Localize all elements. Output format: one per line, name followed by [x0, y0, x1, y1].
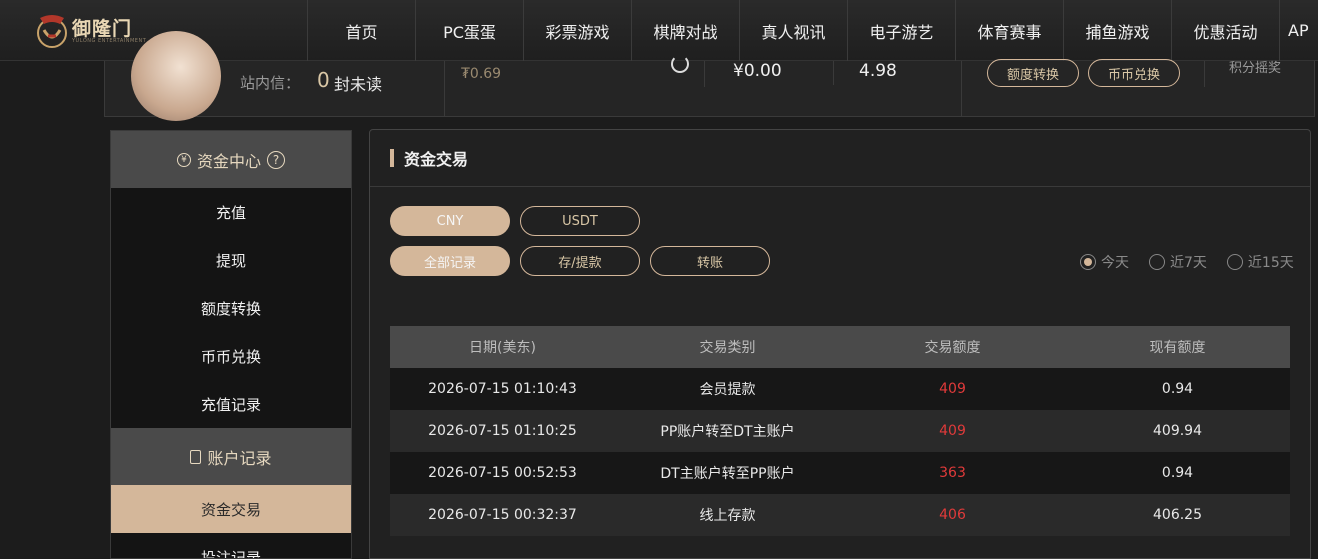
radio-icon[interactable] [1226, 254, 1243, 270]
column-header-type: 交易类别 [699, 340, 756, 356]
nav-pcdd[interactable]: PC蛋蛋 [415, 0, 523, 61]
nav-lottery[interactable]: 彩票游戏 [523, 0, 631, 61]
nav-promotions[interactable]: 优惠活动 [1171, 0, 1279, 61]
transactions-table: 日期(美东) 交易类别 交易额度 现有额度 2026-07-15 01:10:4… [390, 326, 1290, 536]
range-label: 近7天 [1170, 255, 1207, 271]
column-header-amount: 交易额度 [924, 340, 981, 356]
sidebar-group-records: 账户记录 [111, 428, 351, 485]
cell-type: PP账户转至DT主账户 [660, 424, 795, 440]
range-today[interactable]: 今天 [1080, 252, 1129, 272]
avatar[interactable] [131, 31, 221, 121]
range-label: 今天 [1101, 255, 1129, 271]
cell-date: 2026-07-15 00:32:37 [428, 507, 577, 523]
nav-chess[interactable]: 棋牌对战 [631, 0, 739, 61]
panel-header: 资金交易 [370, 130, 1310, 187]
user-info-bar: 站内信： 0 封未读 ₮0.69 ¥0.00 4.98 额度转换 币币兑换 积分… [104, 31, 1315, 121]
sidebar-item-coin-exchange[interactable]: 币币兑换 [111, 332, 351, 380]
cell-date: 2026-07-15 01:10:25 [428, 423, 577, 439]
nav-sports[interactable]: 体育赛事 [955, 0, 1063, 61]
divider [961, 61, 962, 117]
cell-balance: 409.94 [1153, 423, 1202, 439]
dragon-icon [37, 15, 67, 48]
main-nav: 首页 PC蛋蛋 彩票游戏 棋牌对战 真人视讯 电子游艺 体育赛事 捕鱼游戏 优惠… [307, 0, 1318, 61]
secondary-balance: 4.98 [859, 61, 897, 81]
coin-exchange-button[interactable]: 币币兑换 [1088, 59, 1180, 87]
refresh-icon[interactable] [671, 55, 689, 73]
sidebar-item-transactions[interactable]: 资金交易 [111, 485, 351, 533]
nav-home[interactable]: 首页 [307, 0, 415, 61]
title-accent-bar [390, 149, 394, 167]
nav-live[interactable]: 真人视讯 [739, 0, 847, 61]
column-header-balance: 现有额度 [1149, 340, 1206, 356]
sidebar-item-quota-transfer[interactable]: 额度转换 [111, 284, 351, 332]
brand-name: 御隆门 [72, 18, 133, 40]
brand-subtitle: YULONG ENTERTAINMENT [72, 38, 147, 44]
tab-usdt[interactable]: USDT [520, 206, 640, 236]
document-icon [190, 449, 202, 464]
sidebar-item-deposit-records[interactable]: 充值记录 [111, 380, 351, 428]
cell-date: 2026-07-15 00:52:53 [428, 465, 577, 481]
divider [444, 61, 445, 117]
sidebar-item-withdraw[interactable]: 提现 [111, 236, 351, 284]
nav-slots[interactable]: 电子游艺 [847, 0, 955, 61]
points-lottery-link[interactable]: 积分摇奖 [1229, 57, 1281, 76]
table-row: 2026-07-15 01:10:25 PP账户转至DT主账户 409 409.… [390, 410, 1290, 452]
nav-app[interactable]: AP [1279, 0, 1318, 61]
tab-transfer[interactable]: 转账 [650, 246, 770, 276]
sidebar: ¥ 资金中心 ? 充值 提现 额度转换 币币兑换 充值记录 账户记录 资金交易 … [110, 130, 352, 559]
page-title: 资金交易 [404, 150, 469, 169]
sidebar-group-funds: ¥ 资金中心 ? [111, 131, 351, 188]
message-unit: 封未读 [334, 75, 383, 94]
table-row: 2026-07-15 00:32:37 线上存款 406 406.25 [390, 494, 1290, 536]
sidebar-item-deposit[interactable]: 充值 [111, 188, 351, 236]
radio-icon[interactable] [1149, 254, 1165, 270]
usdt-balance: ₮0.69 [461, 66, 502, 82]
cell-type: 会员提款 [699, 382, 756, 398]
table-row: 2026-07-15 01:10:43 会员提款 409 0.94 [390, 368, 1290, 410]
coin-icon: ¥ [176, 152, 191, 167]
date-range-filter: 今天 近7天 近15天 [1080, 252, 1294, 272]
tab-cny[interactable]: CNY [390, 206, 510, 236]
tab-all-records[interactable]: 全部记录 [390, 246, 510, 276]
divider [704, 61, 705, 87]
cell-amount: 363 [939, 465, 966, 481]
message-count[interactable]: 0 [317, 68, 330, 92]
range-7-days[interactable]: 近7天 [1149, 252, 1207, 272]
cell-balance: 0.94 [1161, 465, 1194, 481]
sidebar-item-bet-records[interactable]: 投注记录 [111, 533, 351, 559]
cell-amount: 409 [939, 423, 966, 439]
sidebar-group-label: 账户记录 [207, 448, 272, 468]
cell-type: 线上存款 [699, 508, 756, 524]
cell-balance: 0.94 [1161, 381, 1194, 397]
radio-icon[interactable] [1080, 254, 1096, 270]
divider [1204, 61, 1205, 87]
divider [833, 61, 834, 85]
table-header-row: 日期(美东) 交易类别 交易额度 现有额度 [390, 326, 1290, 368]
nav-fishing[interactable]: 捕鱼游戏 [1063, 0, 1171, 61]
column-header-date: 日期(美东) [469, 340, 536, 356]
cell-type: DT主账户转至PP账户 [660, 466, 795, 482]
range-15-days[interactable]: 近15天 [1226, 252, 1294, 272]
sidebar-group-label: 资金中心 [196, 151, 261, 171]
table-row: 2026-07-15 00:52:53 DT主账户转至PP账户 363 0.94 [390, 452, 1290, 494]
tab-deposit-withdraw[interactable]: 存/提款 [520, 246, 640, 276]
main-balance: ¥0.00 [733, 61, 782, 81]
help-icon[interactable]: ? [267, 150, 285, 169]
cell-amount: 409 [939, 381, 966, 397]
range-label: 近15天 [1247, 255, 1294, 271]
cell-balance: 406.25 [1153, 507, 1202, 523]
quota-transfer-button[interactable]: 额度转换 [987, 59, 1079, 87]
message-label: 站内信： [240, 74, 301, 92]
cell-date: 2026-07-15 01:10:43 [428, 381, 577, 397]
transactions-panel: 资金交易 CNY USDT 全部记录 存/提款 转账 今天 近7天 近15天 日… [369, 129, 1311, 559]
cell-amount: 406 [939, 507, 966, 523]
